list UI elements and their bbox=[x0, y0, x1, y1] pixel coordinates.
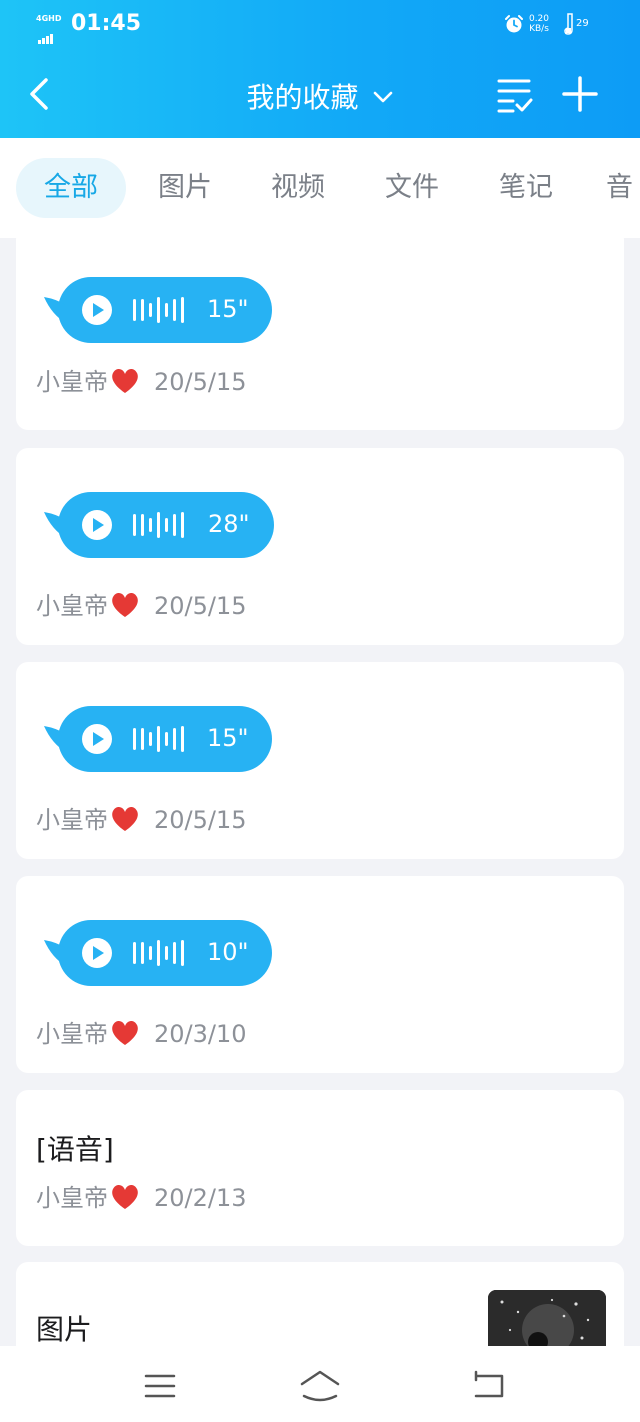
item-meta: 小皇帝 20/3/10 bbox=[36, 1014, 247, 1049]
list-item[interactable]: 15" 小皇帝 20/5/15 bbox=[16, 662, 624, 859]
favorites-list: 15" 小皇帝 20/5/15 28" 小皇帝 20/5/15 15" 小皇帝 … bbox=[0, 238, 640, 1346]
network-speed: 0.20 KB/s bbox=[527, 14, 551, 34]
play-icon[interactable] bbox=[80, 936, 114, 970]
tab-audio[interactable]: 音 bbox=[606, 158, 640, 218]
voice-message[interactable]: 28" bbox=[44, 492, 274, 558]
heart-icon bbox=[110, 1019, 140, 1047]
tab-images[interactable]: 图片 bbox=[138, 158, 232, 218]
author-name: 小皇帝 bbox=[36, 592, 108, 620]
title-dropdown[interactable]: 我的收藏 bbox=[0, 76, 640, 116]
system-navigation-bar bbox=[0, 1346, 640, 1422]
network-indicator: 4GHD bbox=[36, 14, 68, 44]
voice-wave-icon bbox=[133, 297, 184, 323]
item-meta: 小皇帝 20/2/13 bbox=[36, 1178, 247, 1213]
item-date: 20/5/15 bbox=[154, 806, 247, 834]
checklist-icon bbox=[497, 79, 533, 113]
voice-wave-icon bbox=[133, 726, 184, 752]
voice-wave-icon bbox=[133, 940, 184, 966]
author-name: 小皇帝 bbox=[36, 806, 108, 834]
back-system-button[interactable] bbox=[466, 1368, 510, 1404]
item-title: 图片 bbox=[36, 1313, 93, 1346]
status-time: 01:45 bbox=[71, 11, 142, 36]
header-bar: 4GHD 01:45 0.20 KB/s 29 我的收藏 bbox=[0, 0, 640, 138]
bubble-tail bbox=[44, 512, 66, 538]
list-item[interactable]: [语音] 小皇帝 20/2/13 bbox=[16, 1090, 624, 1246]
item-meta: 小皇帝 20/5/15 bbox=[36, 800, 247, 835]
item-date: 20/3/10 bbox=[154, 1020, 247, 1048]
heart-icon bbox=[110, 367, 140, 395]
return-icon bbox=[474, 1370, 504, 1398]
list-item[interactable]: 15" 小皇帝 20/5/15 bbox=[16, 238, 624, 430]
list-item[interactable]: 28" 小皇帝 20/5/15 bbox=[16, 448, 624, 645]
bubble-tail bbox=[44, 726, 66, 752]
battery-level: 29 bbox=[576, 18, 589, 29]
voice-message[interactable]: 15" bbox=[44, 277, 272, 343]
item-date: 20/5/15 bbox=[154, 368, 247, 396]
menu-button[interactable] bbox=[138, 1368, 182, 1404]
author-name: 小皇帝 bbox=[36, 368, 108, 396]
voice-message[interactable]: 15" bbox=[44, 706, 272, 772]
voice-message[interactable]: 10" bbox=[44, 920, 272, 986]
bubble-tail bbox=[44, 297, 66, 323]
author-name: 小皇帝 bbox=[36, 1184, 108, 1212]
speed-unit: KB/s bbox=[529, 24, 549, 34]
item-title: [语音] bbox=[36, 1133, 114, 1166]
navigation-bar: 我的收藏 bbox=[0, 52, 640, 138]
item-meta: 小皇帝 20/5/15 bbox=[36, 362, 247, 397]
list-item[interactable]: 10" 小皇帝 20/3/10 bbox=[16, 876, 624, 1073]
page-title: 我的收藏 bbox=[246, 81, 359, 114]
network-label: 4GHD bbox=[36, 14, 62, 23]
item-meta: 小皇帝 20/5/15 bbox=[36, 586, 247, 621]
photo-thumbnail-image bbox=[488, 1290, 606, 1346]
status-bar: 4GHD 01:45 0.20 KB/s 29 bbox=[0, 0, 640, 52]
add-button[interactable] bbox=[560, 74, 600, 114]
item-date: 20/5/15 bbox=[154, 592, 247, 620]
menu-icon bbox=[144, 1374, 176, 1398]
tab-files[interactable]: 文件 bbox=[365, 158, 459, 218]
tab-notes[interactable]: 笔记 bbox=[479, 158, 573, 218]
voice-wave-icon bbox=[133, 512, 184, 538]
play-icon[interactable] bbox=[80, 508, 114, 542]
voice-duration: 15" bbox=[207, 724, 249, 752]
image-thumbnail[interactable] bbox=[488, 1290, 606, 1346]
voice-duration: 28" bbox=[208, 510, 250, 538]
bubble-tail bbox=[44, 940, 66, 966]
heart-icon bbox=[110, 591, 140, 619]
chevron-down-icon bbox=[372, 89, 394, 103]
heart-icon bbox=[110, 805, 140, 833]
home-icon bbox=[300, 1370, 340, 1402]
alarm-icon bbox=[504, 14, 524, 34]
author-name: 小皇帝 bbox=[36, 1020, 108, 1048]
voice-duration: 15" bbox=[207, 295, 249, 323]
heart-icon bbox=[110, 1183, 140, 1211]
multi-select-button[interactable] bbox=[496, 76, 534, 114]
item-date: 20/2/13 bbox=[154, 1184, 247, 1212]
tab-all[interactable]: 全部 bbox=[16, 158, 126, 218]
filter-tabs: 全部 图片 视频 文件 笔记 音 bbox=[0, 138, 640, 238]
battery-indicator: 29 bbox=[564, 12, 594, 38]
voice-duration: 10" bbox=[207, 938, 249, 966]
plus-icon bbox=[562, 76, 598, 112]
signal-icon bbox=[38, 25, 54, 44]
speed-value: 0.20 bbox=[528, 14, 550, 24]
home-button[interactable] bbox=[298, 1368, 342, 1404]
list-item[interactable]: 图片 bbox=[16, 1262, 624, 1346]
play-icon[interactable] bbox=[80, 293, 114, 327]
tab-videos[interactable]: 视频 bbox=[251, 158, 345, 218]
play-icon[interactable] bbox=[80, 722, 114, 756]
